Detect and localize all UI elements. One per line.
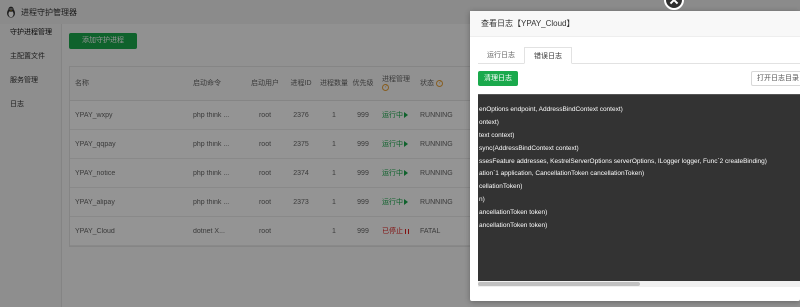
open-log-dir-button[interactable]: 打开日志目录 bbox=[751, 71, 800, 86]
clear-log-button[interactable]: 清理日志 bbox=[478, 71, 518, 86]
log-output[interactable]: enOptions endpoint, AddressBindContext c… bbox=[478, 94, 800, 287]
log-line: text context) bbox=[479, 131, 515, 139]
log-line: n) bbox=[479, 196, 485, 204]
dialog-title: 查看日志【YPAY_Cloud】 bbox=[470, 11, 800, 37]
horizontal-scrollbar[interactable] bbox=[478, 281, 800, 287]
log-line: ation`1 application, CancellationToken c… bbox=[479, 170, 645, 178]
log-line: ssesFeature addresses, KestrelServerOpti… bbox=[479, 157, 767, 165]
log-lines: enOptions endpoint, AddressBindContext c… bbox=[478, 104, 767, 233]
tab-error-log[interactable]: 错误日志 bbox=[524, 47, 572, 64]
log-line: ancellationToken token) bbox=[479, 222, 548, 230]
log-line: ontext) bbox=[479, 118, 499, 126]
scrollbar-thumb[interactable] bbox=[478, 282, 640, 286]
log-line: sync(AddressBindContext context) bbox=[479, 144, 579, 152]
log-tabs: 运行日志 错误日志 bbox=[478, 47, 800, 64]
log-line: cellationToken) bbox=[479, 183, 523, 191]
tab-run-log[interactable]: 运行日志 bbox=[478, 47, 524, 64]
log-line: ancellationToken token) bbox=[479, 209, 548, 217]
log-line: enOptions endpoint, AddressBindContext c… bbox=[479, 106, 623, 113]
log-dialog: 查看日志【YPAY_Cloud】 运行日志 错误日志 清理日志 打开日志目录 e… bbox=[470, 11, 800, 301]
